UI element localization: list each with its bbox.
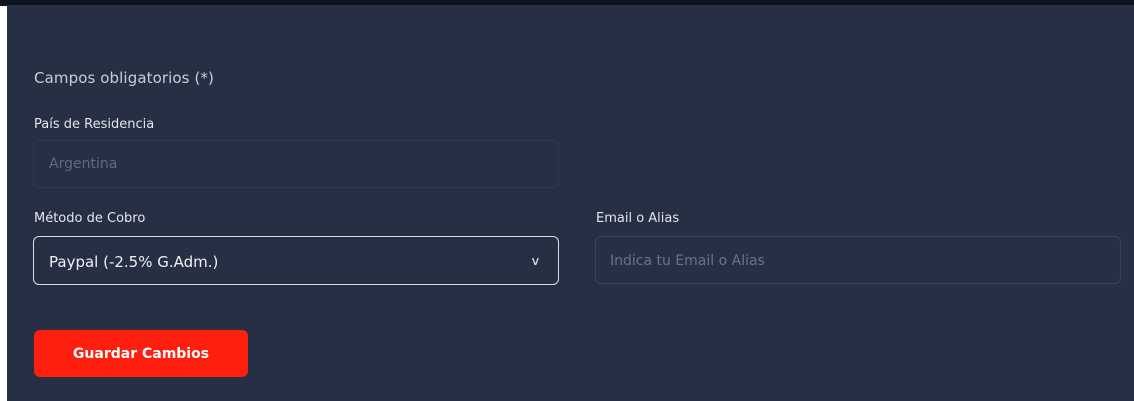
settings-panel: Campos obligatorios (*) País de Residenc… (7, 5, 1134, 401)
chevron-down-icon: ∨ (530, 254, 541, 268)
email-alias-label: Email o Alias (596, 211, 680, 226)
country-value: Argentina (49, 156, 118, 172)
country-field[interactable]: Argentina (33, 140, 559, 188)
payment-method-label: Método de Cobro (34, 211, 146, 226)
payment-method-select[interactable]: Paypal (-2.5% G.Adm.) ∨ (33, 236, 559, 285)
email-alias-placeholder: Indica tu Email o Alias (610, 253, 765, 269)
payment-method-value: Paypal (-2.5% G.Adm.) (49, 253, 219, 271)
save-changes-button[interactable]: Guardar Cambios (34, 330, 248, 377)
required-fields-note: Campos obligatorios (*) (34, 69, 214, 87)
email-alias-input[interactable]: Indica tu Email o Alias (595, 236, 1121, 284)
country-label: País de Residencia (34, 117, 155, 132)
